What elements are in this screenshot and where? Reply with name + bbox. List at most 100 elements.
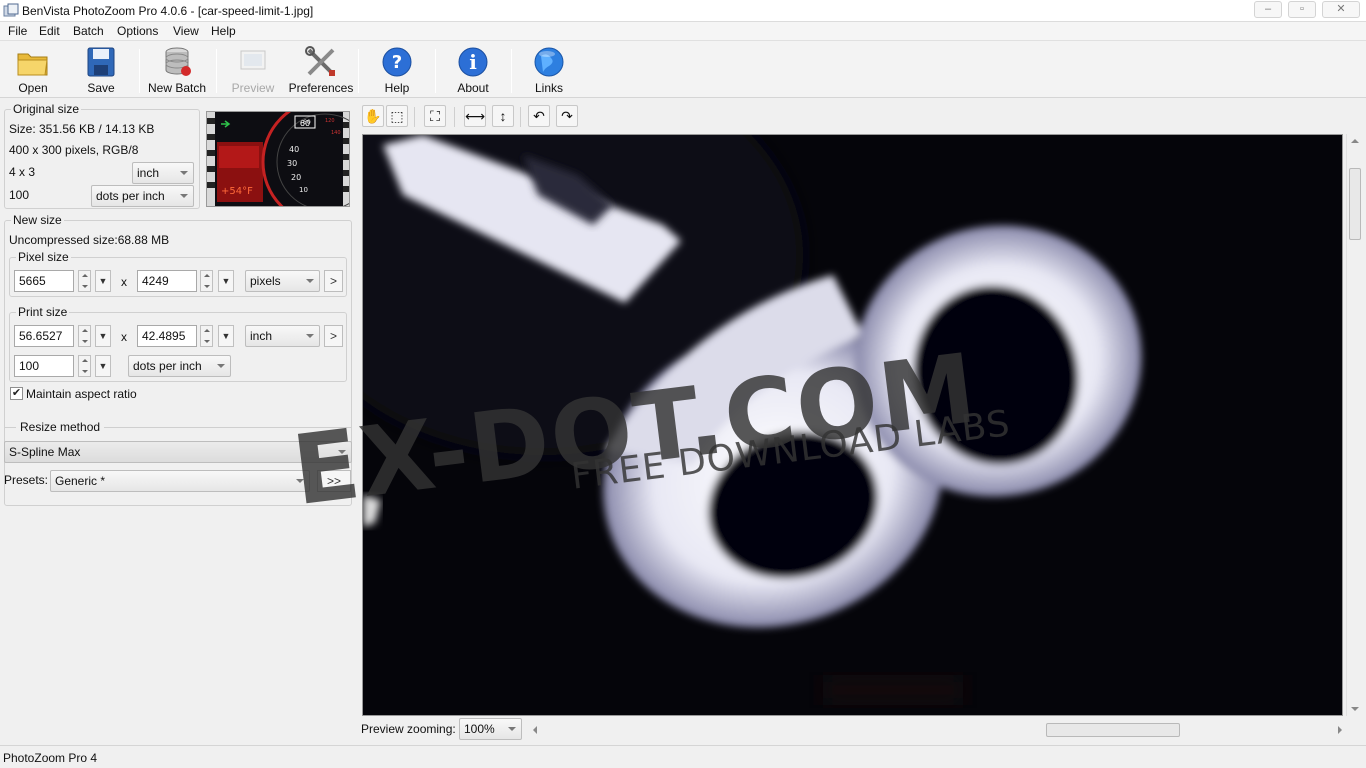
svg-text:140: 140 — [331, 130, 341, 136]
original-resolution: 100 — [9, 188, 30, 202]
svg-text:20: 20 — [291, 173, 301, 182]
rotate-left-button[interactable]: ↶ — [528, 105, 550, 127]
pixel-width-input[interactable]: 5665 — [14, 270, 74, 292]
preview-button[interactable]: Preview — [220, 44, 286, 96]
print-width-menu-button[interactable]: ▼ — [95, 325, 111, 347]
pixel-width-spinner[interactable] — [78, 270, 91, 292]
pixel-height-spinner[interactable] — [200, 270, 213, 292]
menu-file[interactable]: File — [8, 24, 27, 38]
database-icon — [165, 47, 191, 76]
original-print-dims: 4 x 3 — [9, 165, 36, 179]
original-pixel-dims: 400 x 300 pixels, RGB/8 — [9, 143, 139, 157]
preview-zoom-select[interactable]: 100% — [459, 718, 522, 740]
maintain-aspect-checkbox[interactable]: ✔ — [10, 387, 23, 400]
save-button[interactable]: Save — [68, 44, 134, 96]
rotate-right-icon: ↷ — [561, 108, 573, 124]
maximize-button[interactable]: ▫ — [1288, 1, 1316, 18]
vertical-arrows-icon: ↕ — [499, 108, 507, 124]
presets-select[interactable]: Generic * — [50, 470, 310, 492]
presets-label: Presets: — [4, 473, 49, 487]
menu-view[interactable]: View — [173, 24, 199, 38]
pixel-unit-select[interactable]: pixels — [245, 270, 320, 292]
preview-image — [363, 135, 1342, 715]
menu-edit[interactable]: Edit — [39, 24, 60, 38]
print-size-separator: x — [121, 330, 127, 344]
pixel-size-more-button[interactable]: > — [324, 270, 343, 292]
print-width-spinner[interactable] — [78, 325, 91, 347]
pixel-width-menu-button[interactable]: ▼ — [95, 270, 111, 292]
preview-horizontal-scrollbar[interactable] — [530, 722, 1345, 738]
pixel-height-input[interactable]: 4249 — [137, 270, 197, 292]
original-unit-select[interactable]: inch — [132, 162, 194, 184]
print-resolution-menu-button[interactable]: ▼ — [95, 355, 111, 377]
folder-icon — [17, 53, 48, 76]
open-button[interactable]: Open — [0, 44, 66, 96]
rotate-right-button[interactable]: ↷ — [556, 105, 578, 127]
print-height-menu-button[interactable]: ▼ — [218, 325, 234, 347]
status-text: PhotoZoom Pro 4 — [3, 751, 98, 765]
help-icon: ? — [382, 47, 412, 77]
title-bar: BenVista PhotoZoom Pro 4.0.6 - [car-spee… — [0, 0, 1366, 22]
print-unit-select[interactable]: inch — [245, 325, 320, 347]
preview-vertical-scrollbar[interactable] — [1346, 134, 1362, 716]
window-title: BenVista PhotoZoom Pro 4.0.6 - [car-spee… — [22, 4, 314, 18]
pixel-size-separator: x — [121, 275, 127, 289]
fit-width-button[interactable]: ⟷ — [464, 105, 486, 127]
selection-icon: ⬚ — [390, 108, 404, 124]
tools-icon — [305, 46, 335, 76]
rotate-left-icon: ↶ — [533, 108, 545, 124]
view-toolbar: ✋ ⬚ ⛶ ⟷ ↕ ↶ ↷ — [358, 103, 1366, 131]
horizontal-arrows-icon: ⟷ — [465, 108, 486, 124]
globe-icon — [534, 47, 564, 77]
print-resolution-input[interactable]: 100 — [14, 355, 74, 377]
hand-tool-button[interactable]: ✋ — [362, 105, 384, 127]
presets-more-button[interactable]: >> — [317, 470, 351, 492]
print-width-input[interactable]: 56.6527 — [14, 325, 74, 347]
new-batch-button[interactable]: New Batch — [144, 44, 210, 96]
original-resolution-unit-select[interactable]: dots per inch — [91, 185, 194, 207]
links-button[interactable]: Links — [516, 44, 582, 96]
main-toolbar: Open Save New Batch Preview Preferences … — [0, 41, 1366, 98]
vertical-scroll-thumb[interactable] — [1349, 168, 1361, 240]
print-height-input[interactable]: 42.4895 — [137, 325, 197, 347]
print-height-spinner[interactable] — [200, 325, 213, 347]
svg-text:60: 60 — [300, 119, 310, 128]
menu-batch[interactable]: Batch — [73, 24, 104, 38]
crop-icon: ⛶ — [430, 108, 440, 124]
menu-help[interactable]: Help — [211, 24, 236, 38]
info-icon: i — [458, 47, 488, 77]
preview-canvas[interactable] — [362, 134, 1343, 716]
resize-method-select[interactable]: S-Spline Max — [4, 441, 352, 463]
fit-height-button[interactable]: ↕ — [492, 105, 514, 127]
svg-text:?: ? — [392, 52, 402, 73]
menu-options[interactable]: Options — [117, 24, 158, 38]
hand-icon: ✋ — [364, 108, 382, 124]
svg-text:30: 30 — [287, 159, 297, 168]
print-size-more-button[interactable]: > — [324, 325, 343, 347]
minimize-button[interactable]: – — [1254, 1, 1282, 18]
original-size-title: Original size — [11, 102, 82, 116]
print-resolution-spinner[interactable] — [78, 355, 91, 377]
print-size-title: Print size — [16, 305, 70, 319]
select-tool-button[interactable]: ⬚ — [386, 105, 408, 127]
preferences-button[interactable]: Preferences — [288, 44, 354, 96]
print-resolution-unit-select[interactable]: dots per inch — [128, 355, 231, 377]
crop-tool-button[interactable]: ⛶ — [424, 105, 446, 127]
uncompressed-size: Uncompressed size:68.88 MB — [9, 233, 170, 247]
speedometer-thumbnail: 40 30 20 10 60 120 140 60 +54°F — [207, 112, 349, 206]
pixel-size-title: Pixel size — [16, 250, 71, 264]
app-icon — [3, 3, 19, 17]
preview-icon — [240, 50, 266, 70]
original-file-size: Size: 351.56 KB / 14.13 KB — [9, 122, 155, 136]
floppy-disk-icon — [87, 47, 115, 77]
close-button[interactable]: ✕ — [1322, 1, 1360, 18]
settings-panel: Original size Size: 351.56 KB / 14.13 KB… — [0, 99, 356, 742]
status-bar: PhotoZoom Pro 4 — [0, 745, 1366, 768]
svg-text:+54°F: +54°F — [221, 186, 253, 197]
image-thumbnail[interactable]: 40 30 20 10 60 120 140 60 +54°F — [206, 111, 350, 207]
help-button[interactable]: ? Help — [364, 44, 430, 96]
pixel-height-menu-button[interactable]: ▼ — [218, 270, 234, 292]
about-button[interactable]: i About — [440, 44, 506, 96]
preview-zoom-label: Preview zooming: — [361, 722, 456, 736]
horizontal-scroll-thumb[interactable] — [1046, 723, 1180, 737]
